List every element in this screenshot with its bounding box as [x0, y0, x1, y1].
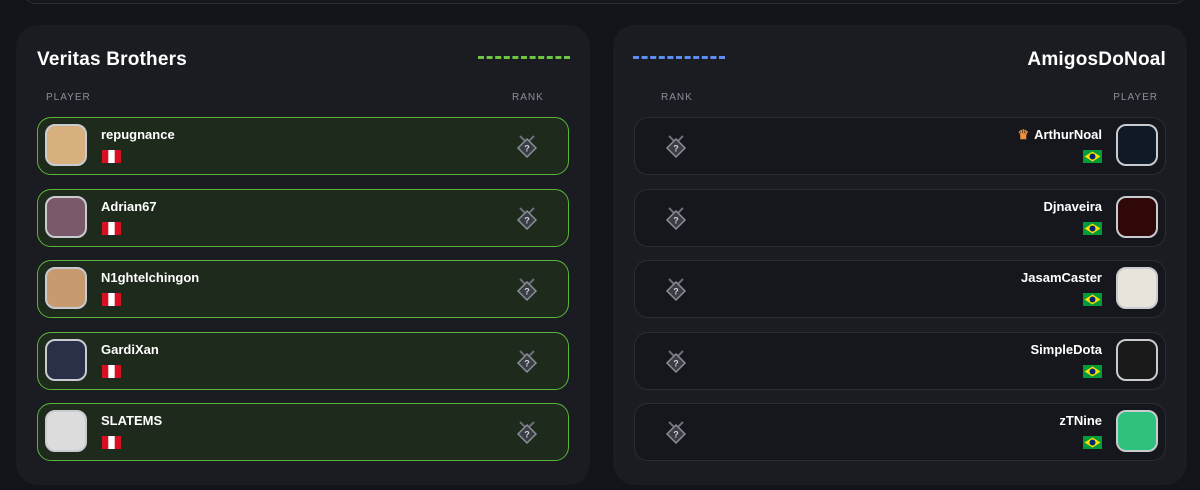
unknown-rank-icon: ? [515, 206, 539, 232]
player-row[interactable]: ♛ ArthurNoal? [634, 117, 1166, 175]
avatar[interactable] [45, 338, 87, 381]
svg-text:?: ? [673, 144, 679, 154]
avatar[interactable] [45, 410, 87, 452]
unknown-rank-icon: ? [664, 349, 688, 375]
column-header-rank: RANK [512, 92, 544, 103]
player-name[interactable]: SLATEMS [101, 413, 162, 428]
avatar[interactable] [45, 195, 87, 238]
team-name: Veritas Brothers [37, 49, 187, 70]
svg-text:?: ? [673, 287, 679, 297]
player-name-text: JasamCaster [1021, 270, 1102, 285]
player-name-text: N1ghtelchingon [101, 270, 200, 285]
player-row[interactable]: repugnance? [37, 117, 569, 175]
avatar[interactable] [1116, 195, 1158, 238]
player-name[interactable]: GardiXan [101, 342, 159, 357]
svg-text:?: ? [673, 358, 679, 368]
unknown-rank-icon: ? [664, 134, 688, 160]
top-bar [24, 0, 1186, 4]
player-row[interactable]: Adrian67? [37, 188, 569, 247]
player-name-text: GardiXan [101, 341, 159, 357]
peru-flag-icon [102, 293, 121, 306]
player-row[interactable]: zTNine? [634, 403, 1166, 461]
svg-text:?: ? [524, 358, 530, 368]
avatar[interactable] [1116, 410, 1158, 452]
svg-text:?: ? [673, 430, 679, 440]
svg-text:?: ? [673, 215, 679, 225]
unknown-rank-icon: ? [515, 277, 539, 303]
svg-text:?: ? [524, 430, 530, 440]
player-list: repugnance? Adrian67? N1ghtelchingon? Gardi… [37, 117, 569, 475]
team-panel-right: AmigosDoNoal RANK PLAYER ♛ ArthurNoal? Djn… [613, 25, 1187, 485]
player-name-text: ArthurNoal [1034, 127, 1102, 142]
player-row[interactable]: JasamCaster? [634, 260, 1166, 318]
player-name-text: Djnaveira [1043, 198, 1102, 214]
brazil-flag-icon [1083, 150, 1102, 163]
avatar[interactable] [1116, 267, 1158, 309]
unknown-rank-icon: ? [515, 420, 539, 446]
peru-flag-icon [102, 150, 121, 163]
column-header-player: PLAYER [1113, 92, 1158, 103]
player-name-text: zTNine [1059, 413, 1102, 428]
unknown-rank-icon: ? [664, 277, 688, 303]
team-name: AmigosDoNoal [1027, 49, 1166, 70]
player-name[interactable]: zTNine [1059, 413, 1102, 428]
player-name[interactable]: Adrian67 [101, 199, 157, 214]
player-row[interactable]: Djnaveira? [634, 188, 1166, 247]
player-name[interactable]: repugnance [101, 127, 175, 142]
player-row[interactable]: SimpleDota? [634, 331, 1166, 390]
peru-flag-icon [102, 436, 121, 449]
unknown-rank-icon: ? [515, 349, 539, 375]
team-panel-left: Veritas Brothers PLAYER RANK repugnance?… [16, 25, 590, 485]
brazil-flag-icon [1083, 436, 1102, 449]
player-row[interactable]: N1ghtelchingon? [37, 260, 569, 318]
unknown-rank-icon: ? [664, 420, 688, 446]
crown-icon: ♛ [1017, 127, 1030, 142]
team-color-line [633, 56, 725, 59]
peru-flag-icon [102, 221, 121, 235]
player-name[interactable]: SimpleDota [1030, 342, 1102, 357]
brazil-flag-icon [1083, 364, 1102, 378]
svg-text:?: ? [524, 144, 530, 154]
player-name-text: SimpleDota [1030, 341, 1102, 357]
player-list: ♛ ArthurNoal? Djnaveira? JasamCaster? Simple… [634, 117, 1166, 475]
svg-text:?: ? [524, 287, 530, 297]
svg-text:?: ? [524, 215, 530, 225]
unknown-rank-icon: ? [664, 206, 688, 232]
player-name-text: SLATEMS [101, 413, 163, 428]
avatar[interactable] [1116, 124, 1158, 166]
player-name-text: repugnance [101, 127, 175, 142]
brazil-flag-icon [1083, 221, 1102, 235]
player-name-text: Adrian67 [101, 198, 157, 214]
player-row[interactable]: GardiXan? [37, 331, 569, 390]
unknown-rank-icon: ? [515, 134, 539, 160]
column-header-player: PLAYER [46, 92, 91, 103]
brazil-flag-icon [1083, 293, 1102, 306]
column-header-rank: RANK [661, 92, 693, 103]
avatar[interactable] [45, 124, 87, 166]
player-name[interactable]: JasamCaster [1021, 270, 1102, 285]
team-color-line [478, 56, 570, 59]
player-row[interactable]: SLATEMS? [37, 403, 569, 461]
peru-flag-icon [102, 364, 121, 378]
avatar[interactable] [45, 267, 87, 309]
avatar[interactable] [1116, 338, 1158, 381]
player-name[interactable]: Djnaveira [1043, 199, 1102, 214]
player-name[interactable]: N1ghtelchingon [101, 270, 199, 285]
player-name[interactable]: ♛ ArthurNoal [1017, 127, 1102, 143]
